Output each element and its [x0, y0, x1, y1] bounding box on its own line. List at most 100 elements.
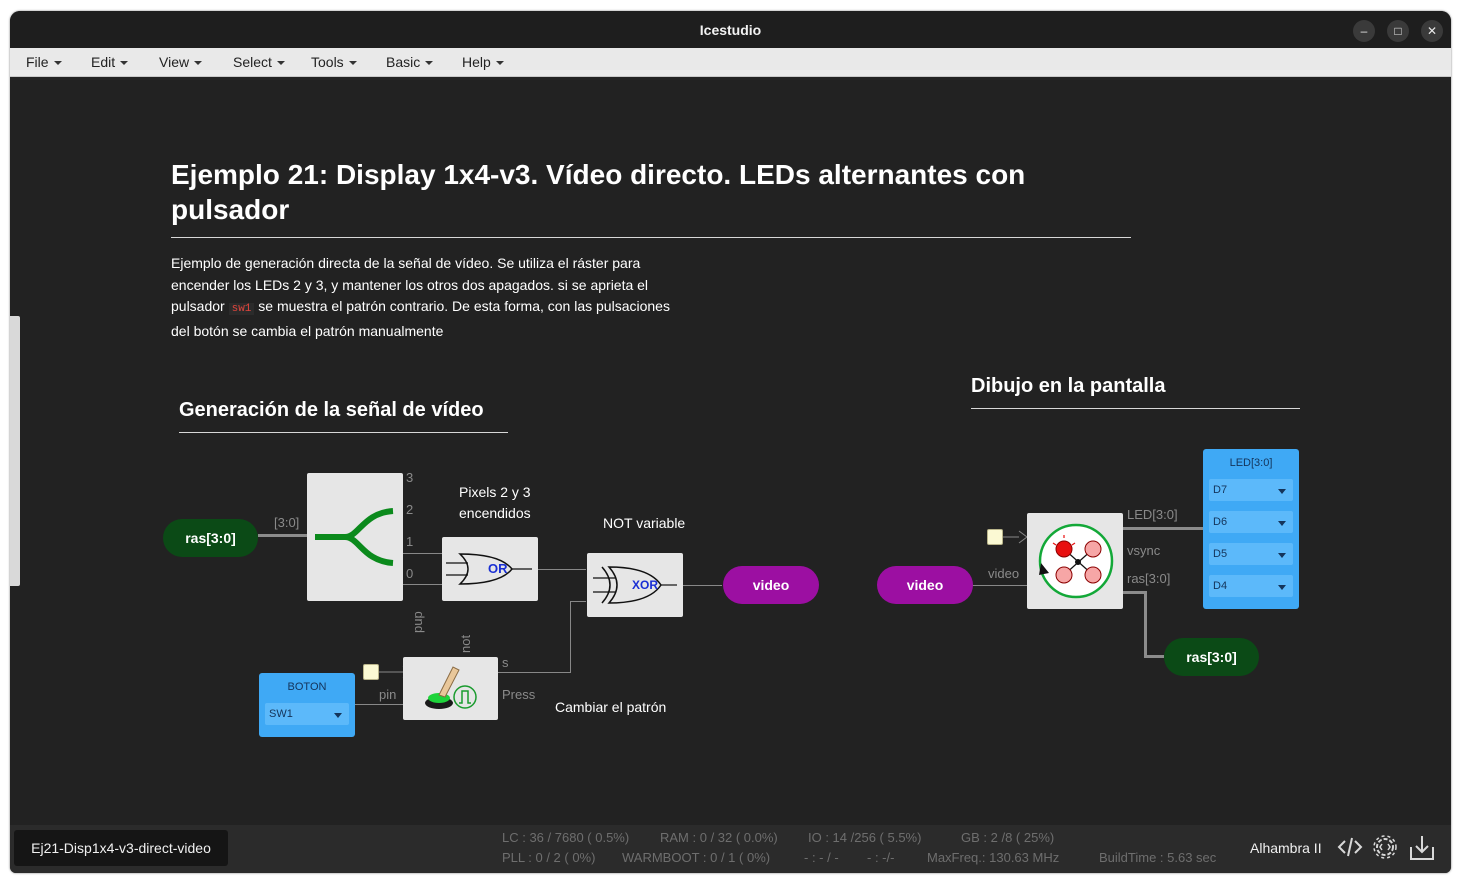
boton-pin-select[interactable]: SW1: [265, 703, 349, 725]
caret-down-icon: [425, 61, 434, 66]
verify-code-icon[interactable]: [1336, 833, 1364, 861]
menu-view[interactable]: View: [159, 48, 203, 76]
pin-port-label: pin: [379, 687, 397, 702]
splitter-icon: [315, 508, 394, 566]
close-icon[interactable]: ✕: [1421, 20, 1443, 42]
stat-warmboot: WARMBOOT : 0 / 1 ( 0%): [622, 850, 771, 865]
wire-bit1: [403, 553, 443, 554]
title-bar: Icestudio – □ ✕: [10, 11, 1451, 48]
wire-s-vertical: [570, 601, 571, 673]
boton-input-block[interactable]: BOTON SW1: [259, 673, 355, 737]
caret-down-icon: [53, 61, 62, 66]
wire-bit0: [403, 584, 443, 585]
pup-port-label: pup: [410, 611, 425, 633]
build-gear-icon[interactable]: [1371, 833, 1399, 861]
led-pin-select-d4[interactable]: D4: [1209, 575, 1293, 597]
wire-or-xor: [538, 569, 586, 570]
ras-port-label: ras[3:0]: [1127, 571, 1171, 586]
stat-blank-1: - : - / -: [804, 850, 839, 865]
clock-arrow-icon-2: [1003, 530, 1028, 544]
ras-out-bus-v: [1144, 591, 1147, 657]
stat-blank-2: - : -/-: [867, 850, 895, 865]
caret-down-icon: [276, 61, 285, 66]
button-module-block[interactable]: [403, 657, 498, 720]
code-sw1: sw1: [228, 303, 255, 315]
video-output-port[interactable]: video: [723, 566, 819, 604]
menu-edit[interactable]: Edit: [91, 48, 129, 76]
stat-pll: PLL : 0 / 2 ( 0%): [502, 850, 596, 865]
led-block-title: LED[3:0]: [1229, 457, 1273, 469]
upload-download-icon[interactable]: [1408, 833, 1436, 863]
section-title-left: Generación de la señal de vídeo: [179, 399, 484, 421]
led-pin-select-d6[interactable]: D6: [1209, 511, 1293, 533]
push-button-icon: [425, 666, 477, 709]
wire-pin: [355, 704, 403, 705]
split-port-2: 2: [406, 502, 414, 517]
dropdown-arrow-icon: [334, 713, 342, 718]
ras-output-port[interactable]: ras[3:0]: [1164, 638, 1259, 676]
stat-maxfreq: MaxFreq.: 130.63 MHz: [927, 850, 1060, 865]
video-input-port[interactable]: video: [877, 566, 973, 604]
display-driver-block[interactable]: [1027, 513, 1123, 609]
current-file-tab[interactable]: Ej21-Disp1x4-v3-direct-video: [14, 830, 228, 866]
led-display-icon: [1038, 523, 1114, 599]
status-bar: Ej21-Disp1x4-v3-direct-video LC : 36 / 7…: [10, 825, 1451, 873]
minimize-icon[interactable]: –: [1353, 20, 1375, 42]
menu-file[interactable]: File: [26, 48, 62, 76]
xor-label: XOR: [632, 578, 659, 592]
split-port-0: 0: [406, 566, 414, 581]
clock-arrow-icon: [379, 665, 405, 679]
led-port-label: LED[3:0]: [1127, 507, 1178, 522]
menu-help[interactable]: Help: [462, 48, 504, 76]
window-title: Icestudio: [699, 22, 762, 38]
led-pin-select-d5[interactable]: D5: [1209, 543, 1293, 565]
cambiar-comment: Cambiar el patrón: [555, 699, 667, 715]
menu-bar: File Edit View Select Tools Basic Help: [10, 48, 1451, 77]
dropdown-arrow-icon: [1278, 553, 1286, 558]
s-port-label: s: [502, 655, 509, 670]
wire-s-top: [570, 601, 586, 602]
caret-down-icon: [348, 61, 357, 66]
menu-basic[interactable]: Basic: [386, 48, 434, 76]
wire-video-in: [972, 585, 1028, 586]
dropdown-arrow-icon: [1278, 489, 1286, 494]
section-rule-left: [179, 432, 508, 433]
boton-title: BOTON: [287, 681, 327, 693]
xor-gate-block[interactable]: XOR: [587, 553, 683, 617]
clock-input-icon-2: [987, 529, 1003, 545]
split-port-3: 3: [406, 470, 414, 485]
split-port-1: 1: [406, 534, 414, 549]
section-title-right: Dibujo en la pantalla: [971, 375, 1166, 397]
caret-down-icon: [120, 61, 129, 66]
ras-input-port[interactable]: ras[3:0]: [163, 519, 258, 557]
stat-io: IO : 14 /256 ( 5.5%): [808, 830, 922, 845]
bus-splitter-block[interactable]: [307, 473, 403, 601]
dropdown-arrow-icon: [1278, 585, 1286, 590]
vsync-port-label: vsync: [1127, 543, 1161, 558]
video-port-label: video: [988, 566, 1020, 581]
maximize-icon[interactable]: □: [1387, 20, 1409, 42]
stat-buildtime: BuildTime : 5.63 sec: [1099, 850, 1217, 865]
dropdown-arrow-icon: [1278, 521, 1286, 526]
menu-select[interactable]: Select: [233, 48, 285, 76]
section-rule-right: [971, 408, 1300, 409]
not-port-label: not: [458, 634, 473, 653]
board-selector[interactable]: Alhambra II: [1250, 840, 1322, 856]
ras-bus-label: [3:0]: [274, 515, 300, 530]
stat-lc: LC : 36 / 7680 ( 0.5%): [502, 830, 630, 845]
or-gate-block[interactable]: OR: [442, 537, 538, 601]
wire-xor-video: [682, 585, 722, 586]
doc-title: Ejemplo 21: Display 1x4-v3. Vídeo direct…: [171, 159, 1026, 225]
menu-tools[interactable]: Tools: [311, 48, 357, 76]
press-port-label: Press: [502, 687, 536, 702]
led-output-block[interactable]: LED[3:0] D7 D6 D5 D4: [1203, 449, 1299, 609]
led-pin-select-d7[interactable]: D7: [1209, 479, 1293, 501]
or-label: OR: [488, 561, 508, 576]
caret-down-icon: [495, 61, 504, 66]
ras-out-bus-h2: [1144, 655, 1164, 658]
stat-ram: RAM : 0 / 32 ( 0.0%): [660, 830, 778, 845]
doc-description: Ejemplo de generación directa de la seña…: [171, 255, 670, 339]
circuit-canvas[interactable]: Ejemplo 21: Display 1x4-v3. Vídeo direct…: [10, 77, 1451, 825]
clock-input-icon: [363, 664, 379, 680]
not-variable-comment: NOT variable: [603, 515, 686, 531]
